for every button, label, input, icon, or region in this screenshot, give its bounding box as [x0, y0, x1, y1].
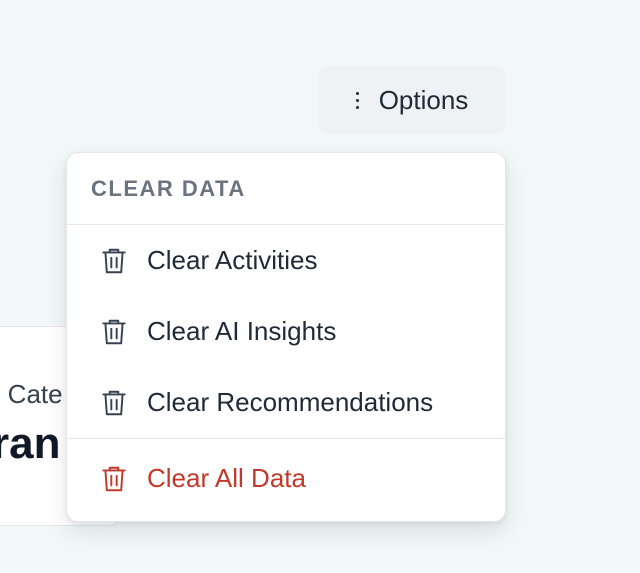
clear-activities-menu-item[interactable]: Clear Activities: [67, 225, 505, 296]
options-button-label: Options: [378, 84, 469, 115]
clear-ai-insights-menu-item[interactable]: Clear AI Insights: [67, 296, 505, 367]
background-card-subtitle: p Cate: [0, 379, 63, 409]
options-button[interactable]: Options: [318, 66, 506, 134]
clear-all-data-menu-item[interactable]: Clear All Data: [67, 438, 505, 518]
menu-section-header: CLEAR DATA: [67, 153, 505, 225]
clear-data-menu: CLEAR DATA Clear Activities Clear AI Ins…: [66, 152, 506, 522]
menu-item-label: Clear AI Insights: [147, 316, 337, 346]
menu-item-label: Clear Activities: [147, 245, 318, 275]
menu-item-label: Clear Recommendations: [147, 387, 434, 417]
trash-icon: [102, 319, 126, 344]
trash-icon: [102, 466, 126, 491]
trash-icon: [102, 390, 126, 415]
background-card-title: ran: [0, 419, 61, 468]
menu-item-label: Clear All Data: [147, 463, 306, 493]
trash-icon: [102, 248, 126, 273]
clear-recommendations-menu-item[interactable]: Clear Recommendations: [67, 367, 505, 438]
vertical-dots-icon: [355, 91, 359, 109]
